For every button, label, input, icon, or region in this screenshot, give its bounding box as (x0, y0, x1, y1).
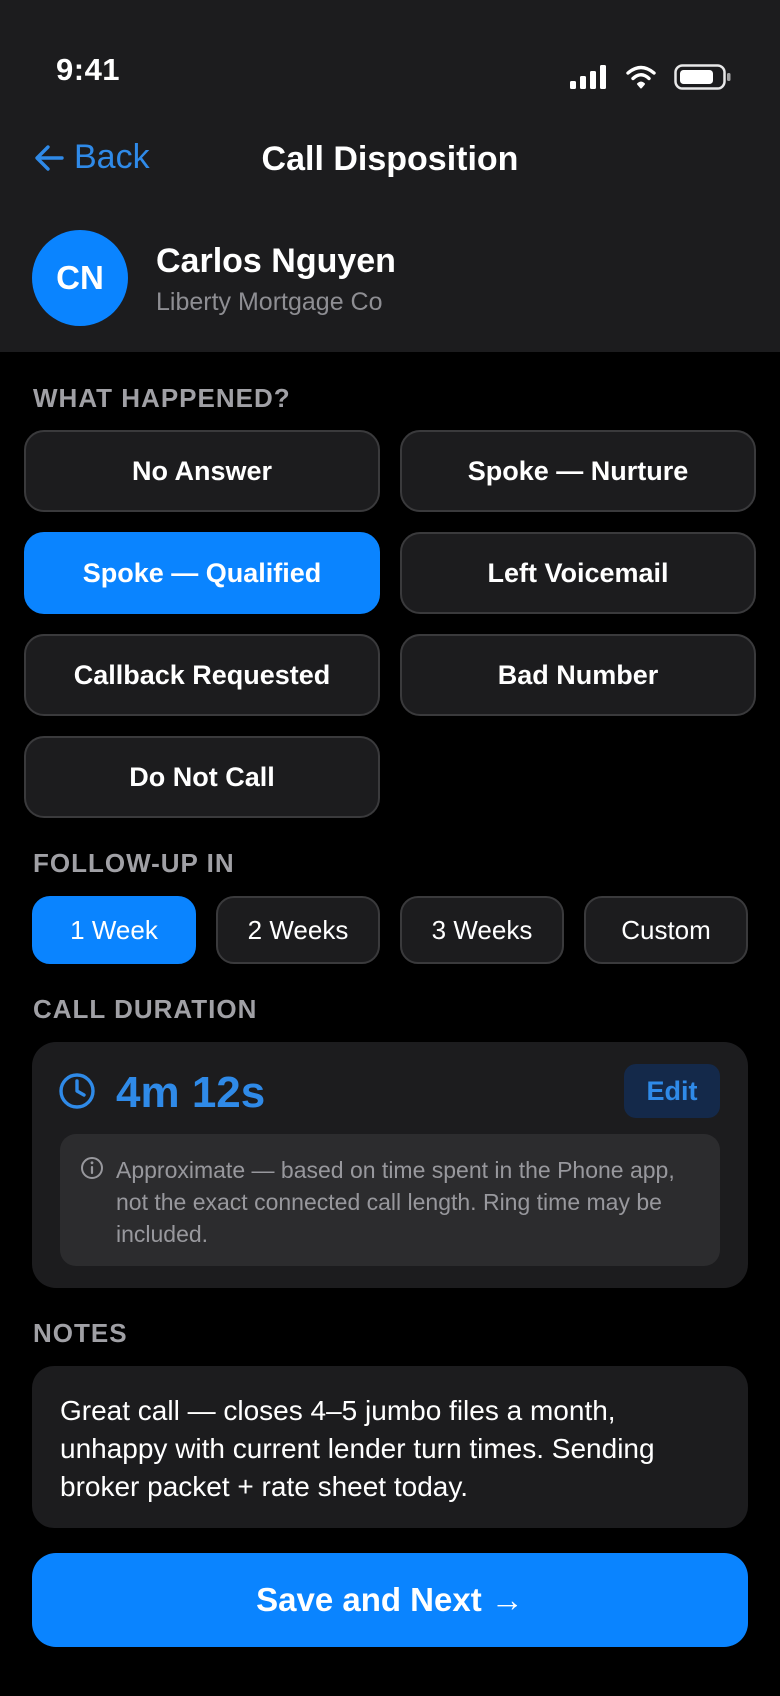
disclaimer-text: Approximate — based on time spent in the… (116, 1157, 675, 1247)
outcome-option-left-voicemail[interactable]: Left Voicemail (400, 532, 756, 614)
outcome-option-no-answer[interactable]: No Answer (24, 430, 380, 512)
nav-bar: Back Call Disposition (0, 120, 780, 200)
outcome-option-bad-number[interactable]: Bad Number (400, 634, 756, 716)
save-and-next-button[interactable]: Save and Next → (32, 1553, 748, 1647)
contact-header: CN Carlos Nguyen Liberty Mortgage Co (32, 230, 748, 326)
notes-field[interactable]: Great call — closes 4–5 jumbo files a mo… (32, 1366, 748, 1528)
outcome-option-label: No Answer (131, 455, 273, 486)
follow-up-option-1-week[interactable]: 1 Week (32, 896, 196, 964)
status-time: 9:41 (56, 52, 121, 87)
contact-company: Liberty Mortgage Co (156, 288, 383, 316)
outcome-option-label: Callback Requested (73, 659, 331, 690)
follow-up-option-2-weeks[interactable]: 2 Weeks (216, 896, 380, 964)
duration-disclaimer: Approximate — based on time spent in the… (60, 1134, 720, 1266)
outcome-option-label: Do Not Call (129, 761, 275, 792)
notes-text: Great call — closes 4–5 jumbo files a mo… (60, 1395, 655, 1502)
duration-value: 4m 12s (116, 1068, 266, 1117)
edit-duration-button[interactable]: Edit (624, 1064, 720, 1118)
duration-section-label: CALL DURATION (33, 994, 258, 1024)
page-title: Call Disposition (261, 140, 519, 178)
follow-up-option-label: 1 Week (70, 914, 158, 945)
info-icon (81, 1157, 103, 1179)
notes-section-label: NOTES (33, 1318, 128, 1348)
follow-up-option-custom[interactable]: Custom (584, 896, 748, 964)
outcome-option-spoke-nurture[interactable]: Spoke — Nurture (400, 430, 756, 512)
outcome-section-label: WHAT HAPPENED? (33, 383, 291, 413)
edit-label: Edit (646, 1075, 698, 1106)
clock-icon (59, 1073, 95, 1109)
outcome-option-label: Bad Number (497, 659, 659, 690)
contact-name: Carlos Nguyen (156, 242, 396, 280)
outcome-option-do-not-call[interactable]: Do Not Call (24, 736, 380, 818)
outcome-option-label: Left Voicemail (487, 557, 669, 588)
cellular-signal-icon (570, 65, 606, 89)
status-bar: 9:41 (0, 0, 780, 120)
outcome-option-label: Spoke — Qualified (82, 557, 322, 588)
save-label: Save and Next → (256, 1581, 524, 1618)
battery-icon (674, 64, 731, 90)
wifi-icon (626, 65, 656, 89)
status-icons (570, 64, 732, 90)
outcome-option-spoke-qualified[interactable]: Spoke — Qualified (24, 532, 380, 614)
avatar: CN (32, 230, 128, 326)
follow-up-option-label: 3 Weeks (431, 914, 533, 945)
header: 9:41 Back Call Disposition CN Carlos Ngu… (0, 0, 780, 352)
follow-up-option-label: 2 Weeks (247, 914, 349, 945)
follow-up-section-label: FOLLOW-UP IN (33, 848, 235, 878)
outcome-option-label: Spoke — Nurture (467, 455, 689, 486)
follow-up-option-label: Custom (621, 914, 711, 945)
outcome-option-callback-requested[interactable]: Callback Requested (24, 634, 380, 716)
follow-up-option-3-weeks[interactable]: 3 Weeks (400, 896, 564, 964)
duration-card: 4m 12s Edit Approximate — based on time … (32, 1042, 748, 1288)
